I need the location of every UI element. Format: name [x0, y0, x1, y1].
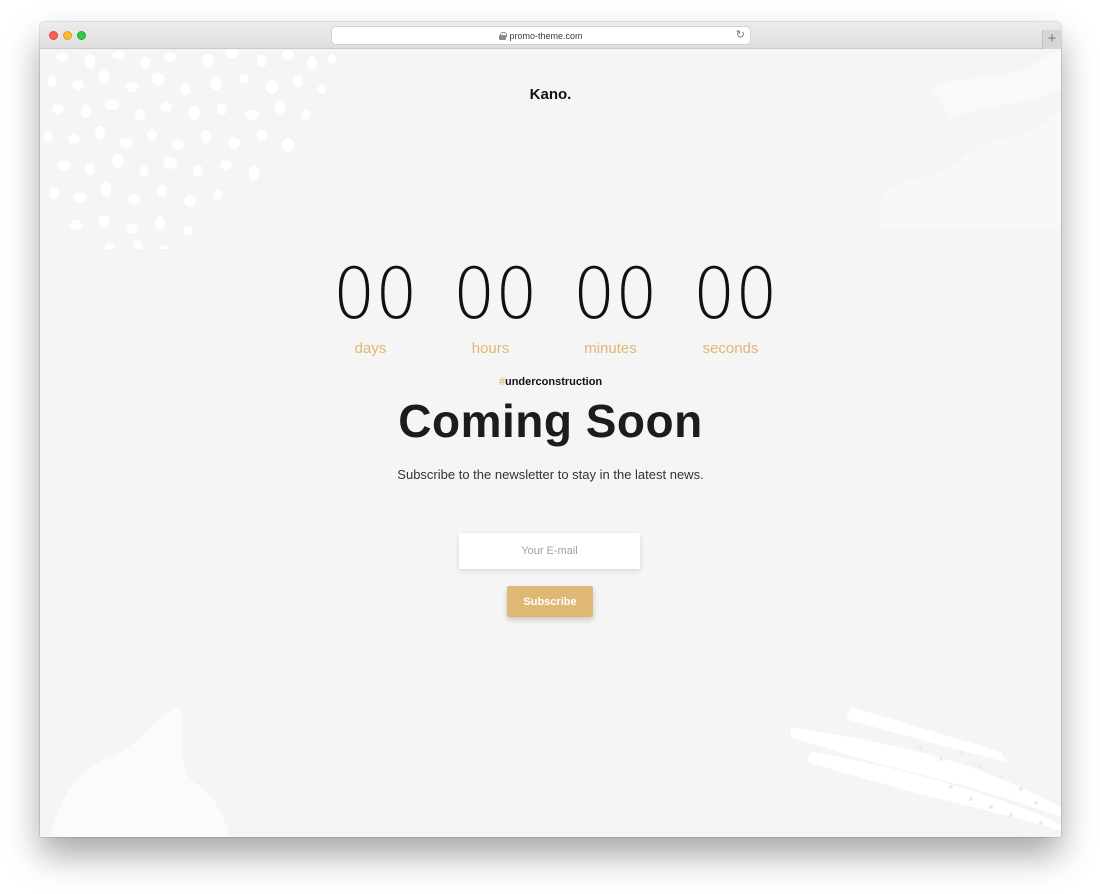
minimize-window-button[interactable] [63, 31, 72, 40]
countdown-seconds: 00 seconds [691, 253, 778, 357]
countdown-minutes-value: 00 [572, 253, 658, 335]
page-title: Coming Soon [398, 395, 703, 447]
hashtag-tagline: #underconstruction [40, 376, 1061, 388]
page-content: Kano. 00 days 00 hours 00 minutes 00 sec… [40, 49, 1061, 837]
address-bar-url: promo-theme.com [509, 30, 583, 41]
decorative-brush-top-right [881, 49, 1061, 229]
decorative-brush-bottom-left [50, 707, 230, 837]
address-bar[interactable]: promo-theme.com ↻ [332, 27, 750, 44]
page-subtitle: Subscribe to the newsletter to stay in t… [397, 467, 704, 482]
hashtag-text: underconstruction [504, 376, 603, 388]
lock-icon [499, 31, 508, 40]
maximize-window-button[interactable] [77, 31, 86, 40]
countdown-minutes: 00 minutes [571, 253, 658, 357]
reload-icon[interactable]: ↻ [736, 29, 745, 42]
countdown-seconds-value: 00 [692, 253, 778, 335]
plus-icon: + [1047, 30, 1057, 47]
decorative-dots-pattern [43, 49, 336, 249]
countdown-hours-value: 00 [452, 253, 538, 335]
countdown-days-label: days [354, 340, 387, 357]
decorative-brush-bottom-right [791, 707, 1061, 831]
browser-window: promo-theme.com ↻ + Kano. 00 days 00 hou… [40, 22, 1061, 837]
email-field[interactable] [459, 533, 640, 569]
countdown-hours: 00 hours [451, 253, 538, 357]
countdown-seconds-label: seconds [702, 340, 759, 357]
subscribe-button[interactable]: Subscribe [507, 586, 593, 617]
site-logo[interactable]: Kano. [40, 86, 1061, 103]
browser-titlebar: promo-theme.com ↻ + [40, 22, 1061, 49]
countdown-days: 00 days [331, 253, 418, 357]
countdown-timer: 00 days 00 hours 00 minutes 00 seconds [40, 254, 1061, 357]
countdown-hours-label: hours [471, 340, 510, 357]
countdown-minutes-label: minutes [584, 340, 637, 357]
new-tab-button[interactable]: + [1042, 30, 1061, 49]
close-window-button[interactable] [49, 31, 58, 40]
countdown-days-value: 00 [332, 253, 418, 335]
